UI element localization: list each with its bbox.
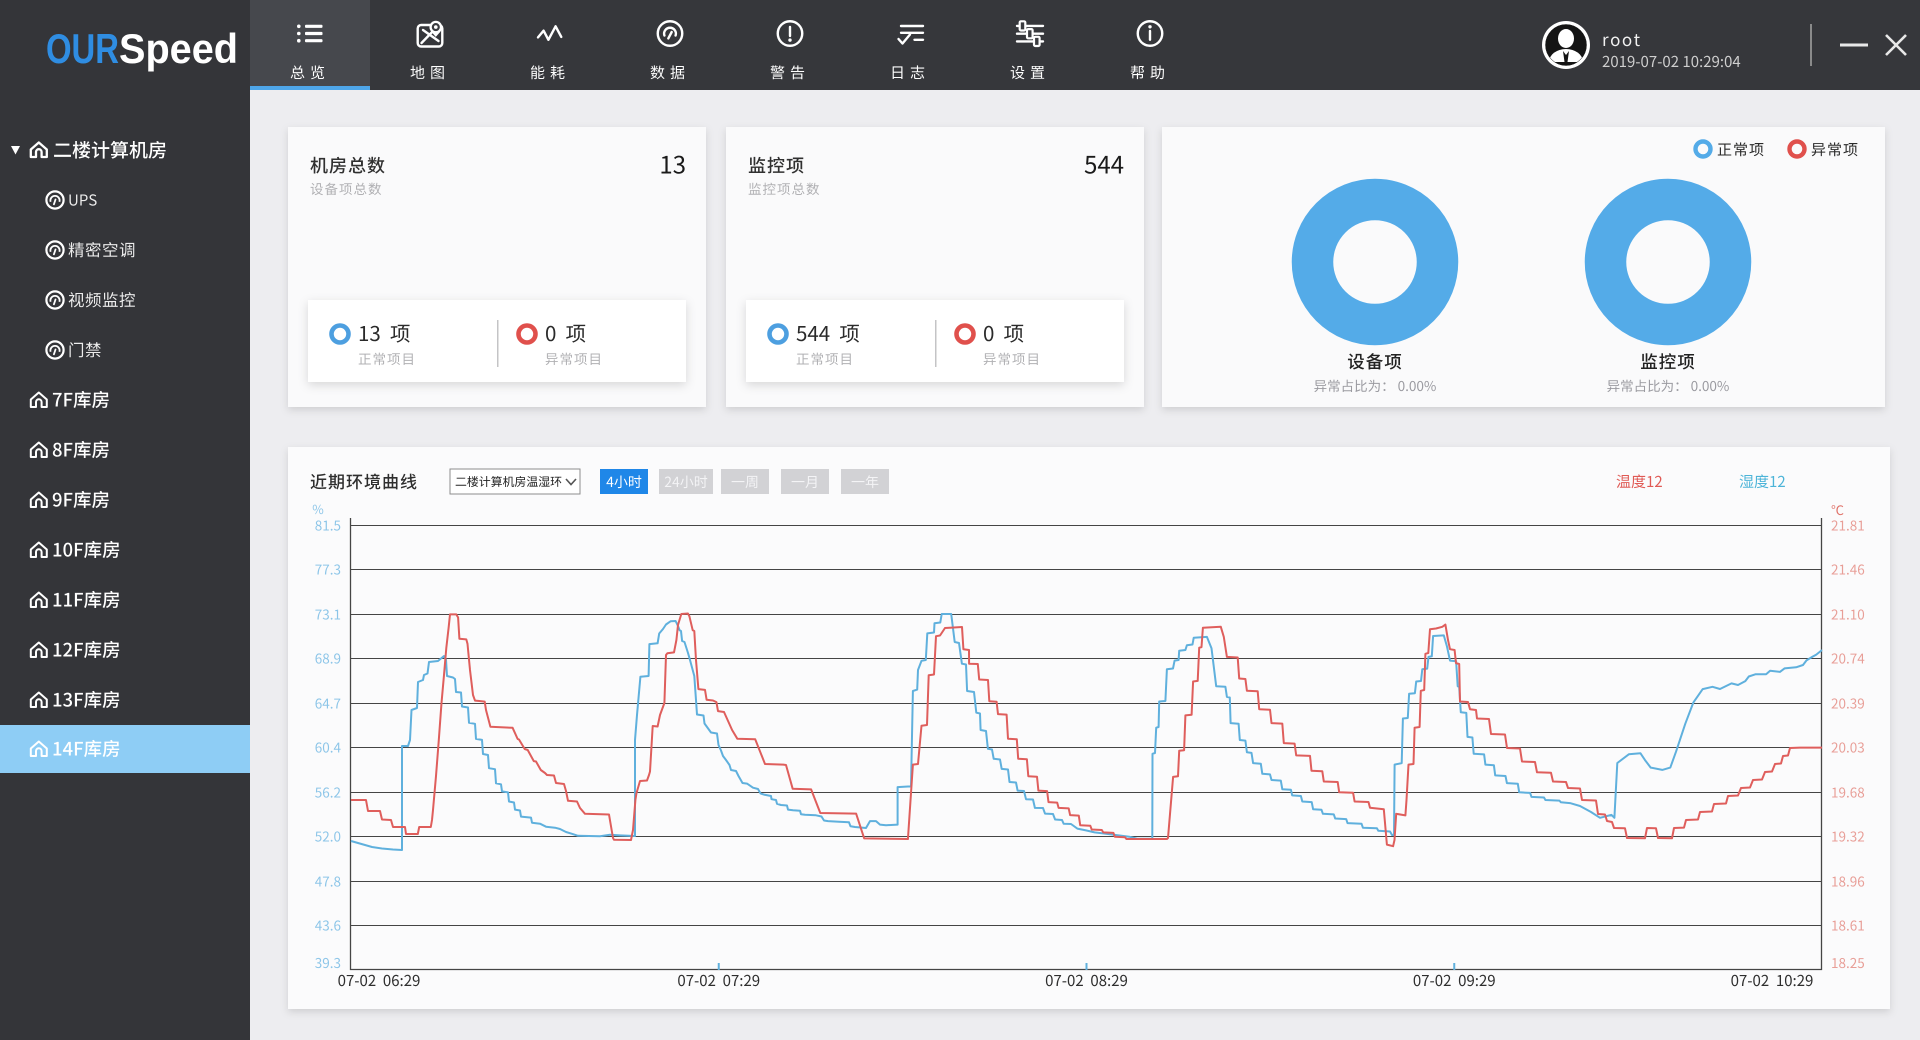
svg-text:OUR: OUR <box>46 25 119 72</box>
svg-text:Speed: Speed <box>119 25 238 72</box>
